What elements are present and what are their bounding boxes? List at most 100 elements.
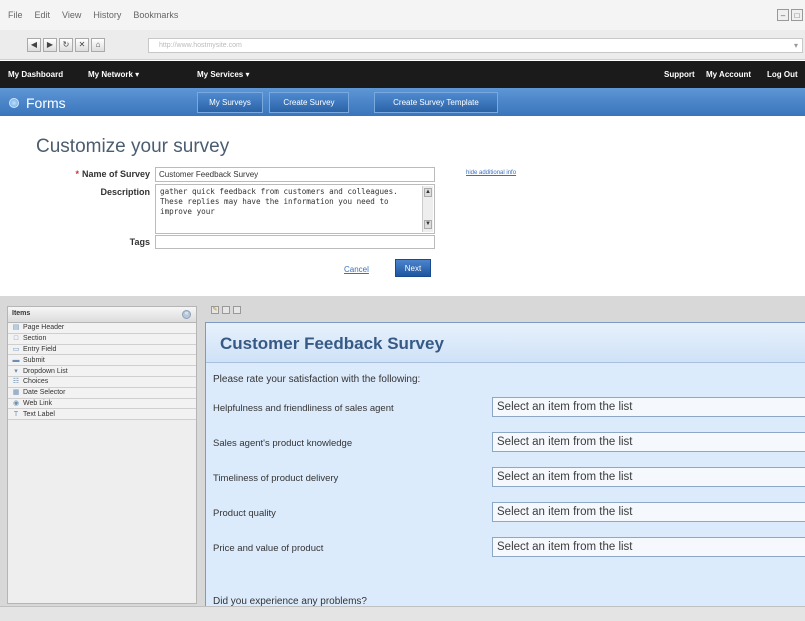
address-bar[interactable]: http://www.hostmysite.com ▾ [148, 38, 803, 53]
nav-my-services[interactable]: My Services ▾ [197, 70, 250, 79]
question-row: Helpfulness and friendliness of sales ag… [206, 397, 805, 425]
item-label: Date Selector [23, 389, 66, 397]
tags-input[interactable] [155, 235, 435, 249]
next-button[interactable]: Next [395, 259, 431, 277]
browser-statusbar [0, 606, 805, 621]
dropdown-list-icon: ▾ [14, 367, 18, 375]
description-scrollbar[interactable]: ▲ ▼ [422, 186, 433, 232]
nav-my-network[interactable]: My Network ▾ [88, 70, 139, 79]
question-label: Sales agent's product knowledge [213, 438, 353, 449]
item-label: Choices [23, 378, 49, 386]
back-icon[interactable]: ◀ [27, 37, 41, 52]
item-label: Entry Field [23, 345, 57, 353]
item-web-link[interactable]: ◉ Web Link [8, 398, 196, 410]
nav-my-account[interactable]: My Account [706, 70, 751, 79]
item-date-selector[interactable]: ▦ Date Selector [8, 387, 196, 399]
scroll-up-icon[interactable]: ▲ [424, 188, 432, 197]
question-label: Price and value of product [213, 543, 324, 554]
minimize-icon[interactable]: – [777, 9, 789, 21]
item-label: Dropdown List [23, 367, 68, 375]
tags-label: Tags [129, 237, 150, 247]
menu-view[interactable]: View [62, 10, 81, 20]
item-submit[interactable]: ▬ Submit [8, 355, 196, 367]
item-text-label[interactable]: T Text Label [8, 409, 196, 421]
survey-body: Please rate your satisfaction with the f… [206, 363, 805, 611]
page-title: Customize your survey [36, 136, 230, 157]
section-title: Forms [26, 95, 66, 111]
preview-toolbar: ✎ [211, 306, 241, 314]
rating-select[interactable]: Select an item from the list [492, 432, 805, 452]
window-controls: – □ [777, 9, 803, 21]
description-textarea[interactable]: gather quick feedback from customers and… [155, 184, 435, 234]
section-header: Forms My Surveys Create Survey Create Su… [0, 88, 805, 116]
reload-icon[interactable]: ↻ [59, 37, 73, 52]
item-choices[interactable]: ☷ Choices [8, 376, 196, 388]
description-text: gather quick feedback from customers and… [160, 187, 403, 216]
survey-preview: ✎ Customer Feedback Survey Please rate y… [199, 302, 805, 612]
menu-history[interactable]: History [93, 10, 121, 20]
item-label: Section [23, 335, 47, 343]
menu-edit[interactable]: Edit [35, 10, 51, 20]
item-label: Page Header [23, 324, 65, 332]
survey-intro: Please rate your satisfaction with the f… [213, 374, 421, 385]
copy-icon[interactable] [222, 306, 230, 314]
item-label: Web Link [23, 399, 53, 407]
question-row: Price and value of product Select an ite… [206, 537, 805, 565]
items-panel: Items « ▤ Page Header □ Section ▭ Entry Fie… [7, 306, 197, 604]
hide-info-link[interactable]: hide additional info [466, 170, 516, 176]
survey-name-input[interactable]: Customer Feedback Survey [155, 167, 435, 182]
description-label: Description [100, 187, 150, 197]
tab-create-survey[interactable]: Create Survey [269, 92, 349, 113]
question-row: Timeliness of product delivery Select an… [206, 467, 805, 495]
survey-title: Customer Feedback Survey [220, 334, 444, 353]
forward-icon[interactable]: ▶ [43, 37, 57, 52]
nav-my-dashboard[interactable]: My Dashboard [8, 70, 63, 79]
nav-log-out[interactable]: Log Out [767, 70, 798, 79]
items-title: Items [12, 310, 31, 317]
section-icon: □ [13, 335, 19, 343]
nav-support[interactable]: Support [664, 70, 695, 79]
survey-builder: Items « ▤ Page Header □ Section ▭ Entry Fie… [0, 296, 805, 612]
scroll-down-icon[interactable]: ▼ [424, 220, 432, 229]
choices-icon: ☷ [12, 378, 20, 386]
cancel-link[interactable]: Cancel [344, 265, 369, 274]
menu-bookmarks[interactable]: Bookmarks [133, 10, 178, 20]
name-label-text: Name of Survey [81, 169, 150, 179]
item-section[interactable]: □ Section [8, 333, 196, 345]
submit-icon: ▬ [12, 356, 20, 364]
forms-icon [9, 98, 19, 108]
maximize-icon[interactable]: □ [791, 9, 803, 21]
collapse-icon[interactable]: « [182, 310, 191, 319]
menu-file[interactable]: File [8, 10, 23, 20]
tab-create-survey-template[interactable]: Create Survey Template [374, 92, 498, 113]
stop-icon[interactable]: ✕ [75, 37, 89, 52]
survey-form: Customer Feedback Survey Please rate you… [205, 322, 805, 612]
web-link-icon: ◉ [12, 399, 20, 407]
question-row: Sales agent's product knowledge Select a… [206, 432, 805, 460]
top-navigation: My Dashboard My Network ▾ My Services ▾ … [0, 61, 805, 88]
tab-my-surveys[interactable]: My Surveys [197, 92, 263, 113]
required-marker: * [75, 169, 79, 179]
question-label: Product quality [213, 508, 276, 519]
home-icon[interactable]: ⌂ [91, 37, 105, 52]
survey-header: Customer Feedback Survey [206, 323, 805, 363]
question-label: Helpfulness and friendliness of sales ag… [213, 403, 394, 414]
delete-icon[interactable] [233, 306, 241, 314]
item-dropdown-list[interactable]: ▾ Dropdown List [8, 366, 196, 377]
item-page-header[interactable]: ▤ Page Header [8, 323, 196, 334]
rating-select[interactable]: Select an item from the list [492, 537, 805, 557]
browser-menubar: File Edit View History Bookmarks – □ [0, 0, 805, 30]
rating-select[interactable]: Select an item from the list [492, 397, 805, 417]
item-label: Text Label [23, 410, 55, 418]
address-dropdown-icon[interactable]: ▾ [794, 39, 798, 52]
rating-select[interactable]: Select an item from the list [492, 502, 805, 522]
date-selector-icon: ▦ [12, 389, 20, 397]
item-label: Submit [23, 356, 45, 364]
text-label-icon: T [13, 410, 19, 418]
page-header-icon: ▤ [12, 324, 20, 332]
edit-pencil-icon[interactable]: ✎ [211, 306, 219, 314]
question-row: Product quality Select an item from the … [206, 502, 805, 530]
rating-select[interactable]: Select an item from the list [492, 467, 805, 487]
entry-field-icon: ▭ [12, 345, 20, 353]
item-entry-field[interactable]: ▭ Entry Field [8, 344, 196, 356]
